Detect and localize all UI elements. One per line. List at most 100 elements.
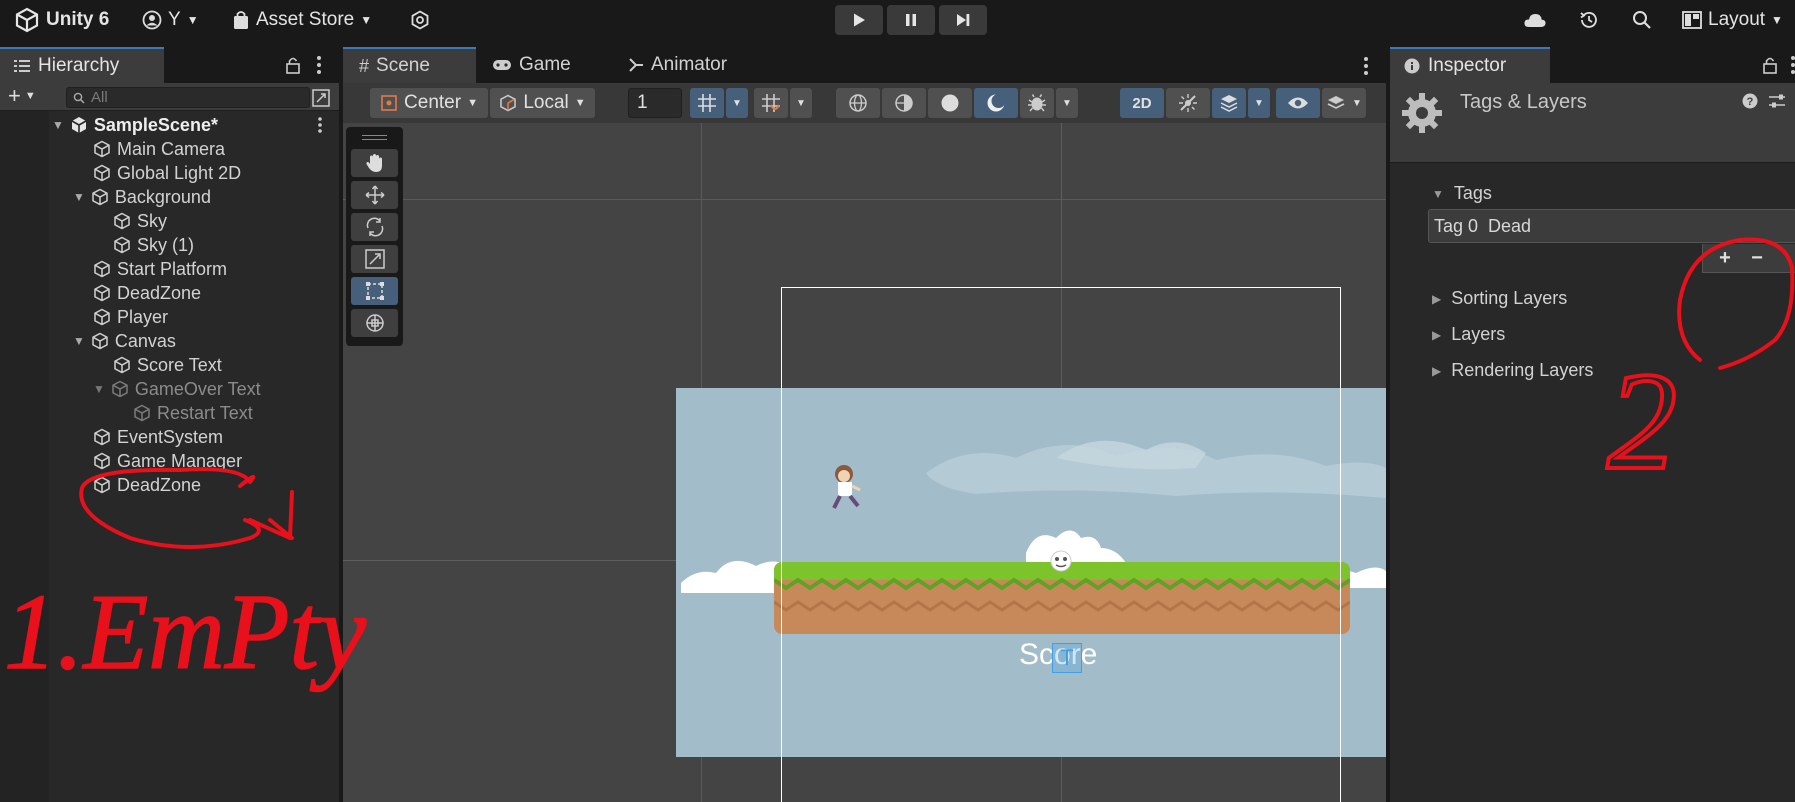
help-icon[interactable]: ?	[1742, 93, 1758, 109]
layers-foldout[interactable]: ▶ Layers	[1432, 324, 1505, 345]
expand-arrow-icon[interactable]: ▼	[93, 382, 105, 396]
scene-visibility-toggle[interactable]	[1276, 88, 1320, 118]
tab-inspector[interactable]: Inspector	[1390, 47, 1550, 83]
hierarchy-item-label: Background	[114, 186, 211, 207]
increment-snap-toggle[interactable]	[754, 88, 788, 118]
space-label: Local	[523, 92, 569, 113]
kebab-menu-icon[interactable]	[315, 55, 323, 75]
grid-snap-dropdown[interactable]: ▼	[726, 88, 748, 118]
shading-unlit-button[interactable]	[928, 88, 972, 118]
hierarchy-item-player[interactable]: Player	[0, 305, 339, 329]
animator-tab-label: Animator	[651, 54, 728, 75]
increment-snap-icon	[762, 94, 780, 112]
cloud-button[interactable]	[1523, 0, 1547, 40]
tab-scene[interactable]: # Scene	[343, 47, 476, 83]
sorting-layers-foldout[interactable]: ▶ Sorting Layers	[1432, 288, 1567, 309]
animator-icon	[629, 58, 643, 72]
gameobject-icon	[94, 140, 110, 158]
tab-game[interactable]: Game	[476, 47, 587, 83]
grid-snapping-toggle[interactable]	[690, 88, 724, 118]
add-tag-button[interactable]: +	[1710, 246, 1740, 270]
kebab-menu-icon[interactable]	[1789, 55, 1795, 75]
kebab-menu-icon[interactable]	[1362, 56, 1370, 76]
rotate-tool[interactable]	[351, 213, 398, 241]
hierarchy-item-deadzone-2[interactable]: DeadZone	[0, 473, 339, 497]
layout-dropdown[interactable]: Layout ▼	[1682, 0, 1783, 40]
grid-size-input[interactable]: 1	[628, 88, 682, 118]
transform-tool[interactable]	[351, 309, 398, 337]
view-tool[interactable]	[351, 149, 398, 177]
step-button[interactable]	[939, 5, 987, 35]
preset-icon[interactable]	[1768, 93, 1786, 109]
hierarchy-search-input[interactable]: All	[66, 87, 310, 108]
inspector-panel: Inspector Tags & Layers ? ▼ Tags Tag 0 D…	[1388, 47, 1795, 802]
expand-arrow-icon[interactable]: ▼	[73, 190, 85, 204]
unity-menu[interactable]: Unity 6	[14, 0, 109, 40]
move-tool[interactable]	[351, 181, 398, 209]
hierarchy-item-gameover-text[interactable]: ▼ GameOver Text	[0, 377, 339, 401]
hierarchy-item-label: GameOver Text	[134, 378, 261, 399]
info-icon	[1404, 58, 1420, 74]
scene-root[interactable]: ▼ SampleScene*	[0, 113, 339, 137]
hierarchy-item-deadzone[interactable]: DeadZone	[0, 281, 339, 305]
hierarchy-item-game-manager[interactable]: Game Manager	[0, 449, 339, 473]
search-button[interactable]	[1632, 0, 1652, 40]
play-button[interactable]	[835, 5, 883, 35]
lock-icon[interactable]	[1762, 56, 1778, 74]
space-dropdown[interactable]: Local ▼	[490, 88, 595, 118]
effects-toggle[interactable]	[1212, 88, 1246, 118]
increment-snap-dropdown[interactable]: ▼	[790, 88, 812, 118]
pivot-dropdown[interactable]: Center ▼	[370, 88, 488, 118]
layers-effects-icon	[1220, 95, 1238, 112]
scene-toolbar: Center ▼ Local ▼ 1 ▼ ▼ ▼ 2D ▼ ▼	[343, 83, 1386, 123]
rotate-icon	[366, 217, 383, 237]
tags-foldout[interactable]: ▼ Tags	[1432, 183, 1492, 204]
gameobject-icon	[134, 404, 150, 422]
shading-shaded-wireframe-button[interactable]	[882, 88, 926, 118]
hierarchy-item-sky-1[interactable]: Sky (1)	[0, 233, 339, 257]
eye-icon	[1288, 97, 1308, 109]
expand-arrow-icon[interactable]: ▼	[73, 334, 85, 348]
account-dropdown[interactable]: Y ▼	[142, 0, 199, 40]
gizmos-layers-button[interactable]: ▼	[1322, 88, 1366, 118]
hierarchy-item-restart-text[interactable]: Restart Text	[0, 401, 339, 425]
create-dropdown[interactable]: + ▼	[8, 85, 36, 107]
wireframe-sphere-icon	[849, 94, 867, 112]
hierarchy-item-background[interactable]: ▼ Background	[0, 185, 339, 209]
tags-header: Tags	[1453, 183, 1492, 203]
scene-visibility-icon[interactable]	[312, 89, 330, 107]
unlit-sphere-icon	[941, 94, 959, 112]
scale-tool[interactable]	[351, 245, 398, 273]
rect-tool[interactable]	[351, 277, 398, 305]
hierarchy-item-global-light-2d[interactable]: Global Light 2D	[0, 161, 339, 185]
pause-button[interactable]	[887, 5, 935, 35]
tag-row-0[interactable]: Tag 0 Dead	[1428, 209, 1795, 243]
hierarchy-item-start-platform[interactable]: Start Platform	[0, 257, 339, 281]
scene-viewport[interactable]: Score T	[343, 123, 1386, 802]
history-button[interactable]	[1578, 0, 1600, 40]
kebab-menu-icon[interactable]	[316, 116, 324, 134]
transform-icon	[365, 314, 384, 332]
local-space-icon	[500, 94, 517, 112]
toggle-2d-button[interactable]: 2D	[1120, 88, 1164, 118]
remove-tag-button[interactable]: −	[1742, 246, 1772, 270]
hierarchy-item-eventsystem[interactable]: EventSystem	[0, 425, 339, 449]
version-control-button[interactable]	[410, 0, 430, 40]
effects-dropdown[interactable]: ▼	[1248, 88, 1270, 118]
lock-icon[interactable]	[285, 56, 301, 74]
hierarchy-item-canvas[interactable]: ▼ Canvas	[0, 329, 339, 353]
rendering-layers-foldout[interactable]: ▶ Rendering Layers	[1432, 360, 1593, 381]
shading-wireframe-button[interactable]	[836, 88, 880, 118]
hierarchy-item-main-camera[interactable]: Main Camera	[0, 137, 339, 161]
draw-mode-dropdown[interactable]: ▼	[1056, 88, 1078, 118]
gameobject-icon	[92, 332, 108, 350]
debug-draw-mode-button[interactable]	[1020, 88, 1054, 118]
shading-shaded-button[interactable]	[974, 88, 1018, 118]
hierarchy-item-score-text[interactable]: Score Text	[0, 353, 339, 377]
tab-hierarchy[interactable]: Hierarchy	[0, 47, 164, 83]
hierarchy-item-sky[interactable]: Sky	[0, 209, 339, 233]
asset-store-dropdown[interactable]: Asset Store ▼	[232, 0, 372, 40]
drag-handle[interactable]	[362, 135, 387, 140]
lighting-toggle[interactable]	[1166, 88, 1210, 118]
tab-animator[interactable]: Animator	[612, 47, 743, 83]
